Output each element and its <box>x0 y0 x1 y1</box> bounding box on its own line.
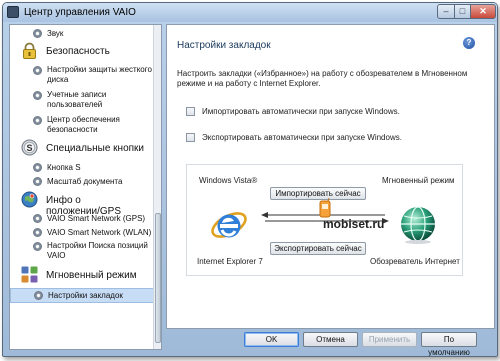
sidebar-item-label: Учетные записи пользователей <box>47 90 107 109</box>
description-text: Настроить закладки («Избранное») на рабо… <box>177 69 468 88</box>
gear-icon <box>34 291 43 300</box>
sidebar-item-document-zoom[interactable]: Масштаб документа <box>10 175 154 188</box>
sidebar-item-smart-network-wlan[interactable]: VAIO Smart Network (WLAN) <box>10 226 154 239</box>
internet-explorer-icon <box>211 212 247 238</box>
sidebar-item-hdd-protection[interactable]: Настройки защиты жесткого диска <box>10 64 154 86</box>
sidebar-item-smart-network-gps[interactable]: VAIO Smart Network (GPS) <box>10 212 154 225</box>
restore-defaults-button[interactable]: По умолчанию <box>421 332 477 356</box>
sidebar-item-bookmark-settings[interactable]: Настройки закладок <box>10 288 154 303</box>
mobile-phone-icon <box>319 198 331 218</box>
sidebar-item-user-accounts[interactable]: Учетные записи пользователей <box>10 89 154 111</box>
sidebar-item-sound[interactable]: Звук <box>10 27 154 41</box>
sidebar-item-label: VAIO Smart Network (WLAN) <box>47 228 152 237</box>
gear-icon <box>33 29 42 38</box>
maximize-button[interactable]: □ <box>454 4 471 19</box>
vaio-control-center-window: Центр управления VAIO – □ ✕ Звук Безопас… <box>2 2 498 357</box>
sidebar-item-security-center[interactable]: Центр обеспечения безопасности <box>10 114 154 136</box>
gear-icon <box>33 66 42 75</box>
help-icon[interactable]: ? <box>463 37 475 49</box>
gear-icon <box>33 91 42 100</box>
gear-icon <box>33 163 42 172</box>
internet-browser-caption: Обозреватель Интернет <box>370 257 460 266</box>
instant-mode-label: Мгновенный режим <box>382 176 455 185</box>
sidebar-item-label: Настройки закладок <box>48 291 123 300</box>
s-button-icon: S <box>21 139 38 156</box>
gear-icon <box>33 214 42 223</box>
apply-button[interactable]: Применить <box>362 332 417 347</box>
sidebar-item-label: Масштаб документа <box>47 177 123 186</box>
location-globe-icon <box>21 191 38 208</box>
sidebar-item-label: Настройки Поиска позиций VAIO <box>47 241 148 260</box>
export-now-button[interactable]: Экспортировать сейчас <box>270 242 366 255</box>
main-panel: Настройки закладок ? Настроить закладки … <box>166 24 495 329</box>
auto-export-label[interactable]: Экспортировать автоматически при запуске… <box>202 133 402 142</box>
media-grid-icon <box>21 266 38 283</box>
sidebar-category-security[interactable]: Безопасность <box>10 41 154 63</box>
sidebar-category-gps[interactable]: Инфо о положении/GPS <box>10 190 154 217</box>
sidebar-item-label: Настройки защиты жесткого диска <box>47 65 152 84</box>
window-title: Центр управления VAIO <box>24 7 136 18</box>
gear-icon <box>33 116 42 125</box>
close-button[interactable]: ✕ <box>470 4 496 19</box>
sidebar-scrollbar[interactable] <box>153 25 161 349</box>
ok-button[interactable]: OK <box>244 332 299 347</box>
sidebar-item-s-button[interactable]: Кнопка S <box>10 161 154 174</box>
auto-export-checkbox[interactable] <box>186 133 195 142</box>
internet-explorer-caption: Internet Explorer 7 <box>197 257 263 266</box>
sidebar-item-label: Звук <box>47 29 64 38</box>
watermark-text: mobiset.ru <box>323 217 385 231</box>
sidebar-category-label: Безопасность <box>46 46 110 57</box>
gear-icon <box>33 177 42 186</box>
sync-diagram: Windows Vista® Мгновенный режим Импортир… <box>186 164 463 276</box>
svg-text:S: S <box>26 143 32 153</box>
auto-import-checkbox[interactable] <box>186 107 195 116</box>
sidebar-item-label: Центр обеспечения безопасности <box>47 115 120 134</box>
sidebar-category-instant-mode[interactable]: Мгновенный режим <box>10 265 154 287</box>
gear-icon <box>33 242 42 251</box>
vaio-app-icon <box>7 6 19 18</box>
sidebar: Звук Безопасность Настройки защиты жестк… <box>9 24 162 350</box>
sidebar-category-label: Мгновенный режим <box>46 270 137 281</box>
scrollbar-thumb[interactable] <box>155 213 161 343</box>
globe-browser-icon <box>401 206 435 244</box>
padlock-icon <box>23 42 36 59</box>
windows-vista-label: Windows Vista® <box>199 176 258 185</box>
sidebar-item-label: VAIO Smart Network (GPS) <box>47 214 146 223</box>
gear-icon <box>33 228 42 237</box>
page-title: Настройки закладок <box>177 40 271 51</box>
minimize-button[interactable]: – <box>437 4 455 19</box>
auto-import-label[interactable]: Импортировать автоматически при запуске … <box>202 107 400 116</box>
cancel-button[interactable]: Отмена <box>303 332 358 347</box>
title-bar[interactable]: Центр управления VAIO – □ ✕ <box>3 3 497 22</box>
sidebar-category-special-buttons[interactable]: S Специальные кнопки <box>10 138 154 160</box>
sidebar-item-label: Кнопка S <box>47 163 81 172</box>
sidebar-item-position-search-settings[interactable]: Настройки Поиска позиций VAIO <box>10 240 154 262</box>
sidebar-category-label: Специальные кнопки <box>46 143 145 154</box>
